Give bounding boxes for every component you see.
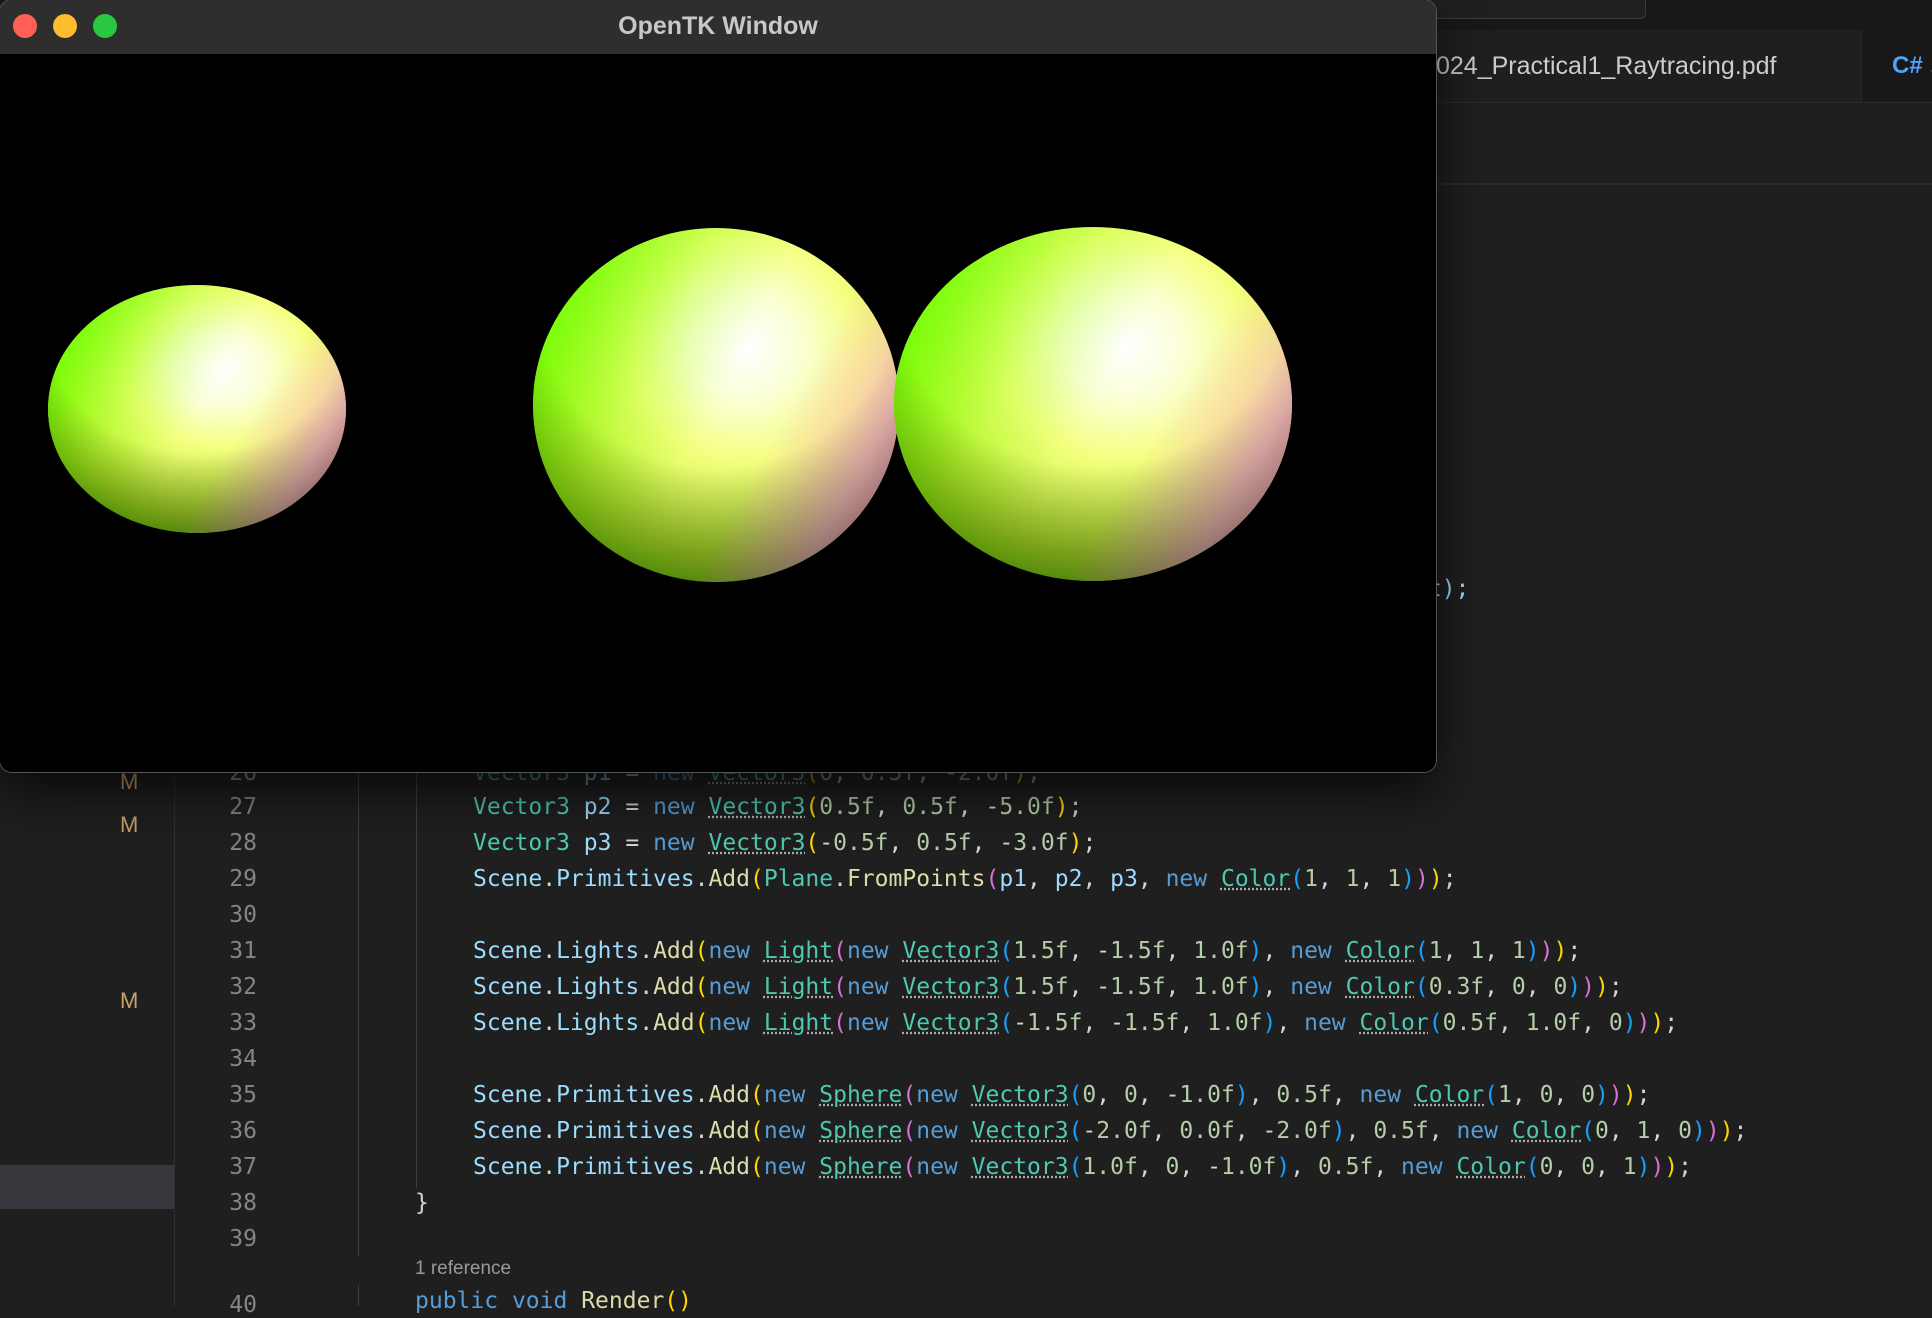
code-line[interactable]: Scene.Lights.Add(new Light(new Vector3(1… [473,938,1581,964]
raytrace-render-canvas [0,54,1436,772]
line-number: 35 [229,1082,257,1108]
code-line[interactable]: public void Render() [415,1288,692,1314]
line-number: 33 [229,1010,257,1036]
modified-marker: M [120,812,139,837]
code-line[interactable]: Scene.Lights.Add(new Light(new Vector3(-… [473,1010,1678,1036]
line-number: 40 [229,1292,257,1318]
minimize-button[interactable] [53,14,77,38]
close-button[interactable] [13,14,37,38]
active-line-highlight [0,1165,174,1209]
window-titlebar[interactable]: OpenTK Window [0,0,1436,55]
maximize-button[interactable] [93,14,117,38]
codelens-references[interactable]: 1 reference [415,1258,511,1280]
line-number: 29 [229,866,257,892]
modified-marker: M [120,769,139,794]
csharp-file-icon: C# [1892,52,1923,79]
code-line[interactable]: Vector3 p2 = new Vector3(0.5f, 0.5f, -5.… [473,794,1082,820]
tab-csharp-file[interactable]: C# s [1862,30,1932,102]
line-number: 27 [229,794,257,820]
code-line[interactable]: Scene.Primitives.Add(Plane.FromPoints(p1… [473,866,1457,892]
line-number: 39 [229,1226,257,1252]
indent-guide [358,1285,359,1306]
line-number: 31 [229,938,257,964]
code-line[interactable]: Vector3 p3 = new Vector3(-0.5f, 0.5f, -3… [473,830,1096,856]
opentk-window[interactable]: OpenTK Window [0,0,1436,772]
code-line[interactable]: Scene.Primitives.Add(new Sphere(new Vect… [473,1118,1747,1144]
code-line[interactable]: Scene.Primitives.Add(new Sphere(new Vect… [473,1154,1692,1180]
code-line[interactable]: } [415,1190,429,1216]
code-line[interactable]: Scene.Lights.Add(new Light(new Vector3(1… [473,974,1623,1000]
line-number: 28 [229,830,257,856]
line-number: 38 [229,1190,257,1216]
line-number: 32 [229,974,257,1000]
line-number: 36 [229,1118,257,1144]
line-number: 34 [229,1046,257,1072]
search-box[interactable] [1420,0,1646,19]
modified-marker: M [120,988,139,1013]
tab-label: 024_Practical1_Raytracing.pdf [1436,51,1777,80]
tab-raytracing-pdf[interactable]: 024_Practical1_Raytracing.pdf [1400,30,1862,102]
sphere-right [894,227,1292,581]
line-number: 30 [229,902,257,928]
sphere-left [48,285,346,533]
line-number: 37 [229,1154,257,1180]
code-line[interactable]: Scene.Primitives.Add(new Sphere(new Vect… [473,1082,1650,1108]
window-title: OpenTK Window [618,12,818,40]
sphere-middle [533,228,899,582]
